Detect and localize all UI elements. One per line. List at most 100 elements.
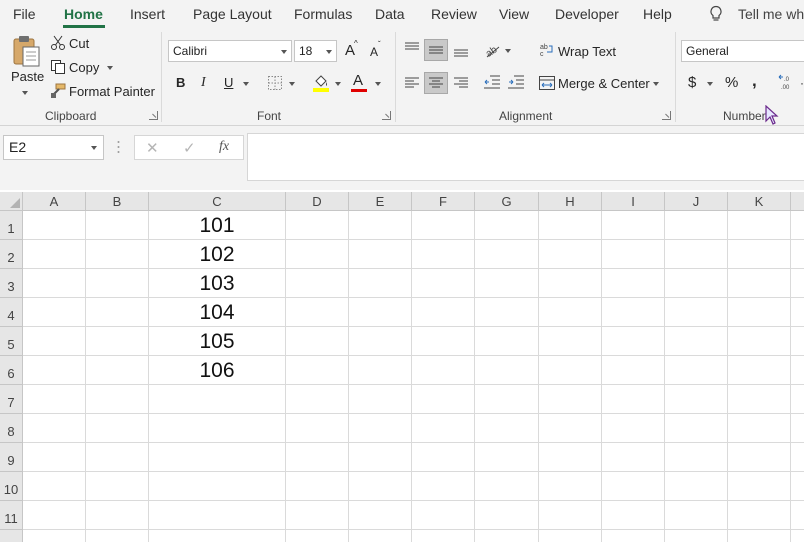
decrease-decimal-icon[interactable]: · [800,76,804,90]
column-header-a[interactable]: A [23,192,86,211]
paste-dropdown-icon[interactable] [22,91,28,95]
row-header-1[interactable]: 1 [0,211,23,240]
borders-icon[interactable] [268,76,282,90]
increase-indent-icon[interactable] [508,75,524,89]
shrink-font-button[interactable]: A [370,45,378,59]
insert-function-icon[interactable]: fx [219,139,229,155]
row-header-7[interactable]: 7 [0,385,23,414]
fill-color-dropdown-icon[interactable] [335,82,341,86]
tab-help[interactable]: Help [643,6,672,22]
column-header-e[interactable]: E [349,192,412,211]
cell-c1[interactable]: 101 [149,214,285,238]
number-format-select[interactable]: General [681,40,804,62]
align-left-icon[interactable] [405,77,419,89]
fill-color-icon[interactable] [312,73,330,92]
orientation-icon[interactable]: ab [484,42,500,58]
tab-insert[interactable]: Insert [130,6,165,22]
row-header-5[interactable]: 5 [0,327,23,356]
column-header-k[interactable]: K [728,192,791,211]
enter-icon[interactable]: ✓ [183,139,196,157]
column-header-f[interactable]: F [412,192,475,211]
copy-button[interactable]: Copy [69,60,99,75]
row-header-11[interactable]: 11 [0,501,23,530]
top-align-icon[interactable] [405,42,419,54]
orientation-dropdown-icon[interactable] [505,49,511,53]
name-box[interactable]: E2 [3,135,104,160]
column-header-i[interactable]: I [602,192,665,211]
row-header-partial[interactable] [0,530,23,542]
alignment-group-label: Alignment [499,109,553,123]
align-center-button[interactable] [424,72,448,94]
italic-button[interactable]: I [201,75,206,91]
paste-icon[interactable] [12,35,42,67]
cut-button[interactable]: Cut [69,36,89,51]
cell-c4[interactable]: 104 [149,301,285,325]
bold-button[interactable]: B [176,75,185,90]
tab-home[interactable]: Home [64,6,103,22]
column-header-g[interactable]: G [475,192,539,211]
column-header-d[interactable]: D [286,192,349,211]
select-all-button[interactable] [0,192,23,211]
cell-c3[interactable]: 103 [149,272,285,296]
tab-view[interactable]: View [499,6,529,22]
percent-button[interactable]: % [725,74,738,91]
tab-page-layout[interactable]: Page Layout [193,6,272,22]
bottom-align-icon[interactable] [454,46,468,58]
tab-review[interactable]: Review [431,6,477,22]
currency-dropdown-icon[interactable] [707,82,713,86]
decrease-indent-icon[interactable] [484,75,500,89]
wrap-text-icon[interactable]: ab c [540,43,554,57]
merge-center-icon[interactable] [539,76,555,90]
scissors-icon[interactable] [50,35,66,51]
column-header-c[interactable]: C [149,192,286,211]
align-right-icon[interactable] [454,77,468,89]
font-name-select[interactable]: Calibri [168,40,292,62]
row-header-10[interactable]: 10 [0,472,23,501]
cell-c5[interactable]: 105 [149,330,285,354]
alignment-launcher-icon[interactable] [662,111,671,120]
column-header-h[interactable]: H [539,192,602,211]
paste-button[interactable]: Paste [11,69,44,84]
cell-c2[interactable]: 102 [149,243,285,267]
align-center-icon [429,77,443,88]
font-color-dropdown-icon[interactable] [375,82,381,86]
wrap-text-button[interactable]: Wrap Text [558,44,616,59]
row-header-2[interactable]: 2 [0,240,23,269]
format-painter-icon[interactable] [50,83,66,99]
tell-me-search[interactable]: Tell me wha [738,6,804,22]
tab-formulas[interactable]: Formulas [294,6,352,22]
drag-handle-icon[interactable] [117,139,120,155]
clipboard-launcher-icon[interactable] [149,111,158,120]
tab-file[interactable]: File [13,6,36,22]
tab-developer[interactable]: Developer [555,6,619,22]
row-header-3[interactable]: 3 [0,269,23,298]
column-header-partial[interactable] [791,192,804,211]
formula-input[interactable] [247,133,804,181]
font-color-button[interactable]: A [353,72,363,89]
font-launcher-icon[interactable] [382,111,391,120]
format-painter-button[interactable]: Format Painter [69,84,155,99]
column-header-b[interactable]: B [86,192,149,211]
underline-button[interactable]: U [224,75,233,90]
currency-button[interactable]: $ [688,74,696,91]
middle-align-button[interactable] [424,39,448,61]
comma-style-button[interactable]: , [752,71,757,91]
merge-center-dropdown-icon[interactable] [653,82,659,86]
lightbulb-icon[interactable] [708,5,724,23]
font-size-select[interactable]: 18 [294,40,337,62]
copy-dropdown-icon[interactable] [107,66,113,70]
row-header-9[interactable]: 9 [0,443,23,472]
row-header-8[interactable]: 8 [0,414,23,443]
increase-decimal-icon[interactable]: .0 .00 [778,74,796,90]
column-header-j[interactable]: J [665,192,728,211]
tab-data[interactable]: Data [375,6,405,22]
cell-c6[interactable]: 106 [149,359,285,383]
borders-dropdown-icon[interactable] [289,82,295,86]
cancel-icon[interactable]: ✕ [146,139,159,157]
copy-icon[interactable] [50,59,66,75]
merge-center-button[interactable]: Merge & Center [558,76,650,91]
row-header-4[interactable]: 4 [0,298,23,327]
underline-dropdown-icon[interactable] [243,82,249,86]
row-number: 8 [7,424,15,439]
row-header-6[interactable]: 6 [0,356,23,385]
